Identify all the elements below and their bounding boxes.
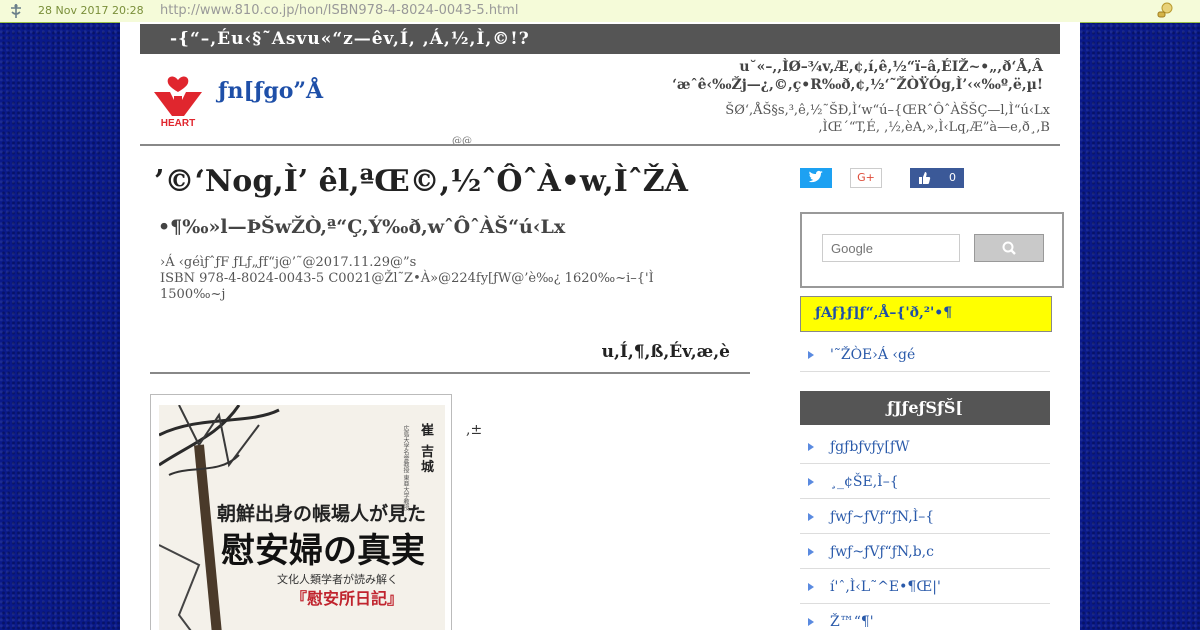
arrow-right-icon <box>808 351 814 359</box>
category-link[interactable]: í'ˆ,Ì‹L˜^E•¶Œ|' <box>800 570 1050 604</box>
description-line-2: ,ÌŒ´“T,É, ,½,èA,»,Ì‹Lq,Æ”à—e,ð¸,B <box>818 120 1050 135</box>
tagline-line-1: u˘«–,,ÌØ–¾v,Æ,¢,í,ê,½“ï–â,ÉIŽ~•„,ð‘Å,Â <box>739 59 1043 75</box>
archived-url[interactable]: http://www.810.co.jp/hon/ISBN978-4-8024-… <box>160 3 518 18</box>
category-heading: ƒJƒeƒSƒŠ[ <box>800 391 1050 425</box>
sidebar-link-label: '˜ŽÒE›Á ‹gé <box>830 347 916 363</box>
category-link-label: ƒwƒ~ƒVƒ“ƒN,b,c <box>830 544 934 560</box>
category-link-label: ¸_¢ŠE,Ì–{ <box>830 474 899 490</box>
book-cover: 広島大学名誉教授 東亜大学教授 崔 吉城 朝鮮出身の帳場人が見た 慰安婦の真実 … <box>159 405 445 630</box>
search-widget <box>800 212 1064 288</box>
category-link-label: í'ˆ,Ì‹L˜^E•¶Œ|' <box>830 579 941 595</box>
page-container: -{“–,Éu‹§˜Asvu«“z—êv,Í, ,Á,½,Ì,©!? HEART… <box>120 22 1080 630</box>
content-heading: u,Í,¶,ß,Év,æ,è <box>601 342 730 362</box>
wayback-logo-icon[interactable] <box>8 3 24 19</box>
arrow-right-icon <box>808 618 814 626</box>
wayback-toolbar: 28 Nov 2017 20:28 http://www.810.co.jp/h… <box>0 0 1200 23</box>
thumbs-up-icon <box>919 172 931 184</box>
arrow-right-icon <box>808 548 814 556</box>
search-input[interactable] <box>822 234 960 262</box>
category-link-label: Ž™“¶' <box>830 614 874 630</box>
search-icon <box>1002 241 1016 255</box>
arrow-right-icon <box>808 513 814 521</box>
category-link[interactable]: ¸_¢ŠE,Ì–{ <box>800 465 1050 499</box>
book-cover-image: 広島大学名誉教授 東亜大学教授 崔 吉城 朝鮮出身の帳場人が見た 慰安婦の真実 … <box>150 394 452 630</box>
category-link[interactable]: ƒgƒbƒvƒy[ƒW <box>800 430 1050 464</box>
googleplus-share-button[interactable]: G+ <box>850 168 882 188</box>
logo-text: HEART <box>161 118 195 129</box>
heart-logo-icon[interactable]: HEART <box>150 74 206 130</box>
header-divider <box>140 144 1060 146</box>
facebook-like-button[interactable]: 0 <box>910 168 964 188</box>
tagline-line-2: ‘æˆê‹‰Žj—¿,©,ç•R‰ð,¢,½‘˜ŽÒŸÓg,Ì’‹«‰º,ë,µ… <box>672 77 1043 93</box>
arrow-right-icon <box>808 478 814 486</box>
book-meta: ›Á ‹géìƒˆƒF ƒLƒ„ƒf“j@’˜@2017.11.29@”s IS… <box>160 255 720 303</box>
like-count: 0 <box>949 171 956 184</box>
book-subtitle-2: 『慰安所日記』 <box>291 589 404 608</box>
sidebar-link-author[interactable]: '˜ŽÒE›Á ‹gé <box>800 338 1050 372</box>
category-link-label: ƒgƒbƒvƒy[ƒW <box>830 439 910 455</box>
content-divider <box>150 372 750 374</box>
category-link[interactable]: Ž™“¶' <box>800 605 1050 630</box>
wayback-menu-icon[interactable] <box>1156 2 1174 20</box>
description-line-1: ŠØ‘,ÅŠ§s,³,ê,½˜ŠÐ,Ì‘w“ú–{ŒRˆÔˆÀŠŠÇ—l,Ì“ú… <box>725 103 1050 118</box>
search-button[interactable] <box>974 234 1044 262</box>
book-title-line-2: 慰安婦の真実 <box>221 531 425 571</box>
meta-line-3: 1500‰~j <box>160 287 226 302</box>
category-link[interactable]: ƒwƒ~ƒVƒ“ƒN,Ì–{ <box>800 500 1050 534</box>
content-text: ,± <box>466 422 483 438</box>
amazon-order-banner[interactable]: ƒAƒ}ƒ]ƒ“,Å–{'ð,²'•¶ <box>800 296 1052 332</box>
header-topbar: -{“–,Éu‹§˜Asvu«“z—êv,Í, ,Á,½,Ì,©!? <box>140 24 1060 54</box>
site-tagline: u˘«–,,ÌØ–¾v,Æ,¢,í,ê,½“ï–â,ÉIŽ~•„,ð‘Å,Â ‘… <box>583 58 1043 94</box>
arrow-right-icon <box>808 443 814 451</box>
capture-date: 28 Nov 2017 20:28 <box>38 4 144 17</box>
category-link[interactable]: ƒwƒ~ƒVƒ“ƒN,b,c <box>800 535 1050 569</box>
meta-line-1: ›Á ‹géìƒˆƒF ƒLƒ„ƒf“j@’˜@2017.11.29@”s <box>160 255 417 270</box>
page-subtitle: •¶‰»l—ÞŠwŽÒ,ª“Ç,Ý‰ð,wˆÔˆÀŠ“ú‹Lx <box>158 216 566 238</box>
site-description: ŠØ‘,ÅŠ§s,³,ê,½˜ŠÐ,Ì‘w“ú–{ŒRˆÔˆÀŠŠÇ—l,Ì“ú… <box>590 102 1050 136</box>
meta-line-2: ISBN 978-4-8024-0043-5 C0021@Žl˜Z•À»@224… <box>160 271 654 286</box>
site-name[interactable]: ƒn[ƒgo”Å <box>218 78 323 104</box>
book-author: 崔 吉城 <box>418 423 433 475</box>
category-link-label: ƒwƒ~ƒVƒ“ƒN,Ì–{ <box>830 509 935 525</box>
twitter-icon <box>809 170 823 183</box>
book-title-line-1: 朝鮮出身の帳場人が見た <box>217 503 427 525</box>
arrow-right-icon <box>808 583 814 591</box>
page-title: ’©‘Nog,Ì’ êl,ªŒ©,½ˆÔˆÀ•w,ÌˆŽÀ <box>154 164 688 199</box>
twitter-share-button[interactable] <box>800 168 832 188</box>
